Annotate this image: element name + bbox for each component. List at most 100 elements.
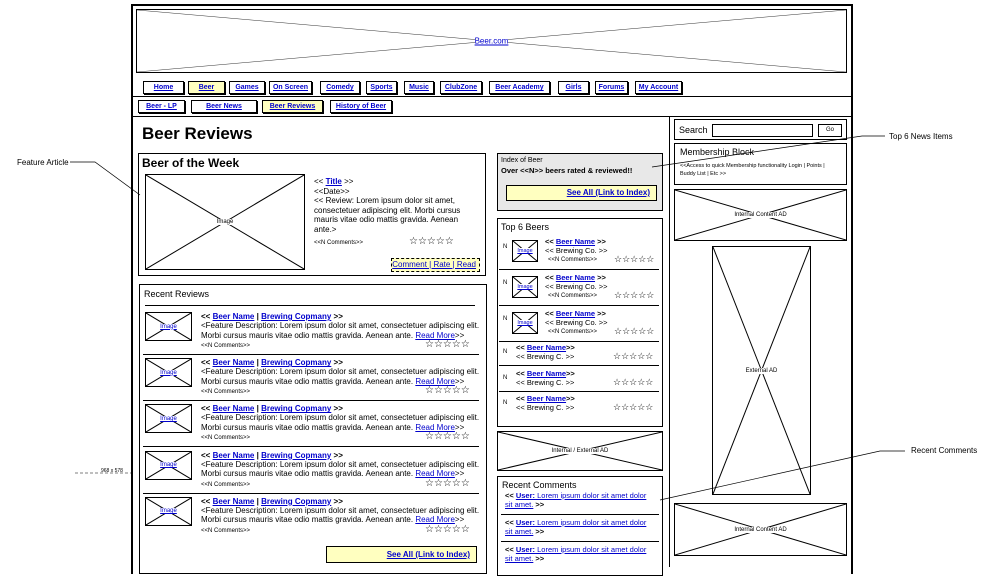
review-title: << Beer Name | Brewing Copmany >> xyxy=(201,450,343,460)
internal-content-ad-top[interactable]: Internal Content AD xyxy=(674,189,847,241)
top-beer-image[interactable]: Image xyxy=(512,240,538,262)
recent-reviews-rule xyxy=(145,305,475,306)
feature-comment-rate-read-link[interactable]: Comment | Rate | Read xyxy=(392,260,476,269)
review-star-rating[interactable]: ☆☆☆☆☆ xyxy=(425,340,470,350)
review-image[interactable]: Image xyxy=(145,312,192,341)
comment-item: << User: Lorem ipsum dolor sit amet dolo… xyxy=(505,491,647,509)
review-brewing-company-link[interactable]: Brewing Copmany xyxy=(261,404,331,413)
review-star-rating[interactable]: ☆☆☆☆☆ xyxy=(425,524,470,535)
nav-music[interactable]: Music xyxy=(404,81,434,94)
recent-reviews-see-all[interactable]: See All (Link to Index) xyxy=(326,546,477,563)
feature-text: << Title >> <<Date>> << Review: Lorem ip… xyxy=(314,177,464,234)
top-beer-image[interactable]: Image xyxy=(512,312,538,334)
review-image[interactable]: Image xyxy=(145,450,192,480)
subnav-beer-reviews[interactable]: Beer Reviews xyxy=(262,100,323,113)
review-read-more-link[interactable]: Read More xyxy=(415,515,455,524)
nav-clubzone[interactable]: ClubZone xyxy=(440,81,482,94)
index-see-all-link[interactable]: See All (Link to Index) xyxy=(567,188,650,197)
top-beer-title: << Beer Name >> xyxy=(545,237,606,246)
review-image[interactable]: Image xyxy=(145,358,192,388)
feature-star-rating[interactable]: ☆☆☆☆☆ xyxy=(409,237,454,247)
nav-beer[interactable]: Beer xyxy=(188,81,225,94)
review-title: << Beer Name | Brewing Copmany >> xyxy=(201,358,343,368)
top-beer-comments: <<N Comments>> xyxy=(548,329,598,335)
subnav-beer-news[interactable]: Beer News xyxy=(191,100,257,113)
top-beer-name-link[interactable]: Beer Name xyxy=(527,369,566,378)
review-read-more-link[interactable]: Read More xyxy=(415,469,455,478)
review-brewing-company-link[interactable]: Brewing Copmany xyxy=(261,312,331,321)
internal-content-ad-bottom[interactable]: Internal Content AD xyxy=(674,503,847,556)
nav-my-account[interactable]: My Account xyxy=(635,81,682,94)
top-beer-name-link[interactable]: Beer Name xyxy=(527,343,566,352)
callout-feature-article: Feature Article xyxy=(17,158,69,167)
comment-user-link[interactable]: User: xyxy=(516,518,535,527)
banner-link[interactable]: Beer.com xyxy=(474,36,509,46)
review-image[interactable]: Image xyxy=(145,404,192,434)
review-brewing-company-link[interactable]: Brewing Copmany xyxy=(261,451,331,460)
review-image-label[interactable]: Image xyxy=(160,508,177,515)
feature-review: << Review: Lorem ipsum dolor sit amet, c… xyxy=(314,196,461,234)
top-beer-name-link[interactable]: Beer Name xyxy=(527,394,566,403)
review-star-rating[interactable]: ☆☆☆☆☆ xyxy=(425,478,470,489)
recent-reviews-heading: Recent Reviews xyxy=(144,289,210,299)
external-ad[interactable]: External AD xyxy=(712,246,811,495)
top-beer-title: << Beer Name >> xyxy=(545,273,606,282)
top-beer-star-rating[interactable]: ☆☆☆☆☆ xyxy=(614,254,654,264)
review-star-rating[interactable]: ☆☆☆☆☆ xyxy=(425,386,470,396)
top-beer-name-link[interactable]: Beer Name xyxy=(556,273,595,282)
nav-forums[interactable]: Forums xyxy=(595,81,628,94)
review-image-label[interactable]: Image xyxy=(160,415,177,422)
review-beer-name-link[interactable]: Beer Name xyxy=(213,312,255,321)
review-star-rating[interactable]: ☆☆☆☆☆ xyxy=(425,432,470,442)
feature-image[interactable]: Image xyxy=(145,174,305,270)
nav-beer-academy[interactable]: Beer Academy xyxy=(489,81,550,94)
top-beer-rank: N xyxy=(503,400,508,406)
review-brewing-company-link[interactable]: Brewing Copmany xyxy=(261,358,331,367)
top-beer-name-link[interactable]: Beer Name xyxy=(556,237,595,246)
review-image[interactable]: Image xyxy=(145,496,192,526)
comment-item: << User: Lorem ipsum dolor sit amet dolo… xyxy=(505,518,647,536)
search-label: Search xyxy=(679,125,708,135)
review-image-label[interactable]: Image xyxy=(160,369,177,376)
feature-title-link[interactable]: Title xyxy=(326,177,342,186)
top-beer-separator xyxy=(499,365,659,366)
nav-sports[interactable]: Sports xyxy=(366,81,397,94)
review-image-label[interactable]: Image xyxy=(160,323,177,330)
review-beer-name-link[interactable]: Beer Name xyxy=(213,497,255,506)
comment-user-link[interactable]: User: xyxy=(516,545,535,554)
nav-games[interactable]: Games xyxy=(229,81,265,94)
index-see-all[interactable]: See All (Link to Index) xyxy=(506,185,657,201)
review-beer-name-link[interactable]: Beer Name xyxy=(213,358,255,367)
review-item: Image << Beer Name | Brewing Copmany >> <F… xyxy=(143,312,480,356)
review-brewing-company-link[interactable]: Brewing Copmany xyxy=(261,497,331,506)
top-beer-star-rating[interactable]: ☆☆☆☆☆ xyxy=(613,402,653,412)
search-input[interactable] xyxy=(712,124,813,137)
review-beer-name-link[interactable]: Beer Name xyxy=(213,451,255,460)
top-beer-name-link[interactable]: Beer Name xyxy=(556,309,595,318)
top-beer-star-rating[interactable]: ☆☆☆☆☆ xyxy=(614,326,654,336)
internal-external-ad[interactable]: Internal / External AD xyxy=(497,431,663,471)
subnav-beer-lp[interactable]: Beer - LP xyxy=(138,100,185,113)
nav-home[interactable]: Home xyxy=(143,81,184,94)
top-beer-star-rating[interactable]: ☆☆☆☆☆ xyxy=(613,377,653,387)
subnav-history-of-beer[interactable]: History of Beer xyxy=(330,100,392,113)
nav-on-screen[interactable]: On Screen xyxy=(269,81,312,94)
top-beer-brewery: << Brewing Co. >> xyxy=(545,318,608,327)
recent-reviews-see-all-link[interactable]: See All (Link to Index) xyxy=(387,550,470,559)
banner-placeholder[interactable]: Beer.com xyxy=(136,9,847,73)
nav-divider xyxy=(133,96,851,97)
review-image-label[interactable]: Image xyxy=(160,462,177,469)
top-beer-star-rating[interactable]: ☆☆☆☆☆ xyxy=(614,290,654,300)
top-beer-image-label[interactable]: Image xyxy=(517,284,533,290)
nav-girls[interactable]: Girls xyxy=(558,81,589,94)
search-go-button[interactable]: Go xyxy=(818,124,842,137)
top-beer-image[interactable]: Image xyxy=(512,276,538,298)
top-beer-rank: N xyxy=(503,349,508,355)
top-beer-star-rating[interactable]: ☆☆☆☆☆ xyxy=(613,351,653,361)
top-beer-item: N << Beer Name>> << Brewing C. >> ☆☆☆☆☆ xyxy=(499,369,659,393)
top-beer-image-label[interactable]: Image xyxy=(517,320,533,326)
review-beer-name-link[interactable]: Beer Name xyxy=(213,404,255,413)
nav-comedy[interactable]: Comedy xyxy=(320,81,360,94)
comment-user-link[interactable]: User: xyxy=(516,491,535,500)
top-beer-image-label[interactable]: Image xyxy=(517,248,533,254)
